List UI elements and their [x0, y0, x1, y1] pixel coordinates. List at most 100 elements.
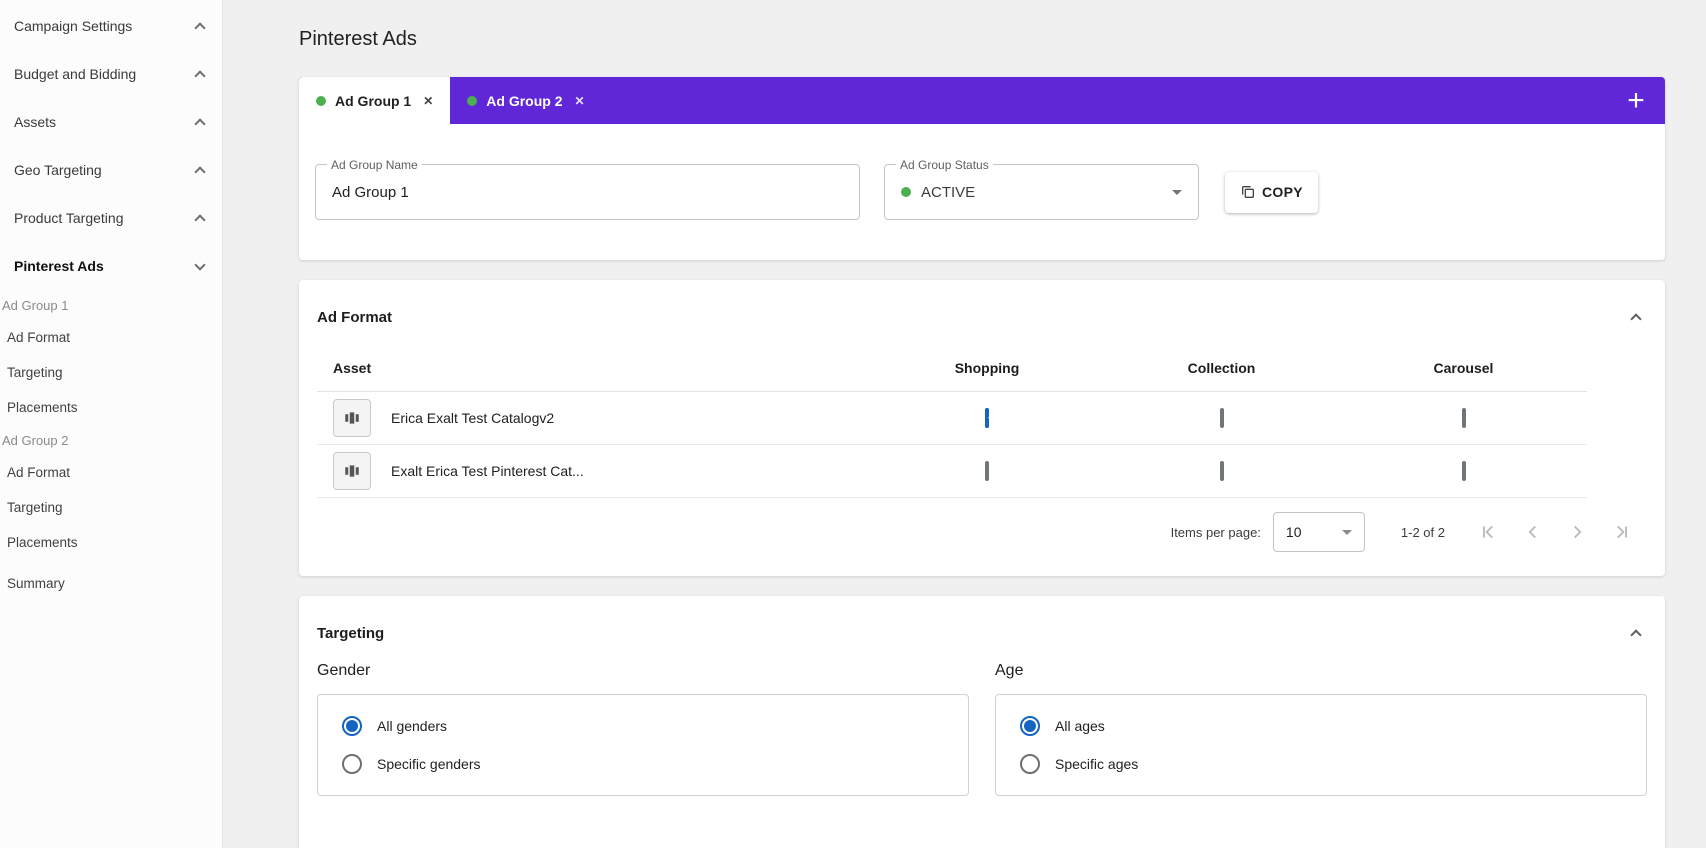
column-header-asset: Asset [317, 360, 871, 376]
all-ages-option[interactable]: All ages [1020, 713, 1646, 739]
chevron-down-icon [194, 259, 205, 270]
radio-label: All genders [377, 718, 447, 734]
paginator: Items per page: 10 1-2 of 2 [317, 498, 1647, 566]
ad-format-header: Ad Format [317, 306, 1647, 328]
sidebar-item-targeting-1[interactable]: Targeting [0, 355, 222, 390]
targeting-columns: Gender All genders Specific genders Age [317, 662, 1647, 796]
sidebar-item-label: Budget and Bidding [14, 66, 136, 82]
items-per-page-select[interactable]: 10 [1273, 512, 1365, 552]
carousel-checkbox[interactable] [1462, 461, 1466, 481]
asset-name: Erica Exalt Test Catalogv2 [391, 410, 554, 426]
table-row: Exalt Erica Test Pinterest Cat... [317, 445, 1587, 498]
sidebar-item-label: Pinterest Ads [14, 258, 104, 274]
targeting-card: Targeting Gender All genders [299, 596, 1665, 848]
sidebar-item-campaign-settings[interactable]: Campaign Settings [0, 2, 222, 50]
previous-page-button[interactable] [1511, 512, 1555, 552]
ad-format-table: Asset Shopping Collection Carousel [317, 344, 1647, 498]
gender-label: Gender [317, 662, 969, 680]
next-page-button[interactable] [1555, 512, 1599, 552]
ad-format-title: Ad Format [317, 309, 392, 326]
ad-group-status-select[interactable]: Ad Group Status ACTIVE [884, 164, 1199, 220]
shopping-checkbox[interactable] [985, 461, 989, 481]
close-icon[interactable]: ✕ [575, 94, 585, 108]
age-radio-group: All ages Specific ages [995, 694, 1647, 796]
asset-cell: Erica Exalt Test Catalogv2 [317, 399, 871, 437]
sidebar-group-ad-group-1[interactable]: Ad Group 1 [0, 290, 222, 320]
sidebar-group-ad-group-2[interactable]: Ad Group 2 [0, 425, 222, 455]
radio-label: All ages [1055, 718, 1105, 734]
ad-group-form: Ad Group Name Ad Group Status ACTIVE [299, 124, 1665, 260]
asset-cell: Exalt Erica Test Pinterest Cat... [317, 452, 871, 490]
carousel-checkbox[interactable] [1462, 408, 1466, 428]
tab-ad-group-2[interactable]: Ad Group 2 ✕ [450, 77, 601, 124]
all-genders-option[interactable]: All genders [342, 713, 968, 739]
column-header-collection: Collection [1103, 360, 1340, 376]
sidebar-item-assets[interactable]: Assets [0, 98, 222, 146]
items-per-page-value: 10 [1286, 524, 1302, 540]
sidebar-item-geo-targeting[interactable]: Geo Targeting [0, 146, 222, 194]
shopping-checkbox[interactable] [985, 408, 989, 428]
sidebar-item-placements-1[interactable]: Placements [0, 390, 222, 425]
sidebar-item-placements-2[interactable]: Placements [0, 525, 222, 560]
column-header-shopping: Shopping [871, 360, 1103, 376]
chevron-down-icon [1342, 530, 1352, 535]
radio-button[interactable] [342, 716, 362, 736]
chevron-up-icon [194, 22, 205, 33]
radio-label: Specific ages [1055, 756, 1138, 772]
sidebar-item-ad-format-1[interactable]: Ad Format [0, 320, 222, 355]
chevron-up-icon [1630, 629, 1641, 640]
specific-genders-option[interactable]: Specific genders [342, 751, 968, 777]
chevron-up-icon [1630, 313, 1641, 324]
ad-format-card: Ad Format Asset Shopping Collection Caro… [299, 280, 1665, 576]
table-header-row: Asset Shopping Collection Carousel [317, 344, 1587, 392]
copy-button-label: COPY [1262, 184, 1303, 200]
targeting-header: Targeting [317, 622, 1647, 644]
asset-name: Exalt Erica Test Pinterest Cat... [391, 463, 584, 479]
collection-checkbox[interactable] [1220, 461, 1224, 481]
catalog-icon [333, 452, 371, 490]
catalog-icon [333, 399, 371, 437]
column-header-carousel: Carousel [1340, 360, 1587, 376]
sidebar-item-product-targeting[interactable]: Product Targeting [0, 194, 222, 242]
page-title: Pinterest Ads [299, 28, 1665, 51]
status-value: ACTIVE [921, 184, 975, 201]
paginator-nav [1467, 512, 1643, 552]
copy-button[interactable]: COPY [1225, 172, 1318, 213]
tab-label: Ad Group 1 [335, 93, 411, 109]
active-status-dot-icon [901, 187, 911, 197]
ad-group-name-input[interactable] [332, 184, 843, 201]
collapse-section-button[interactable] [1625, 306, 1647, 328]
tab-ad-group-1[interactable]: Ad Group 1 ✕ [299, 77, 450, 124]
last-page-button[interactable] [1599, 512, 1643, 552]
tab-label: Ad Group 2 [486, 93, 562, 109]
sidebar: Campaign Settings Budget and Bidding Ass… [0, 0, 223, 848]
app-root: Campaign Settings Budget and Bidding Ass… [0, 0, 1706, 848]
collapse-section-button[interactable] [1625, 622, 1647, 644]
ad-group-name-field: Ad Group Name [315, 164, 860, 220]
field-label: Ad Group Name [327, 158, 422, 172]
age-section: Age All ages Specific ages [995, 662, 1647, 796]
sidebar-item-targeting-2[interactable]: Targeting [0, 490, 222, 525]
sidebar-item-budget-and-bidding[interactable]: Budget and Bidding [0, 50, 222, 98]
first-page-button[interactable] [1467, 512, 1511, 552]
sidebar-item-ad-format-2[interactable]: Ad Format [0, 455, 222, 490]
chevron-up-icon [194, 70, 205, 81]
status-dot-icon [316, 96, 326, 106]
sidebar-item-label: Campaign Settings [14, 18, 132, 34]
age-label: Age [995, 662, 1647, 680]
collection-checkbox[interactable] [1220, 408, 1224, 428]
radio-button[interactable] [1020, 716, 1040, 736]
field-label: Ad Group Status [896, 158, 993, 172]
add-ad-group-button[interactable]: + [1607, 77, 1665, 124]
copy-icon [1240, 184, 1256, 200]
sidebar-item-summary[interactable]: Summary [0, 566, 222, 601]
radio-button[interactable] [1020, 754, 1040, 774]
close-icon[interactable]: ✕ [423, 94, 433, 108]
chevron-up-icon [194, 214, 205, 225]
sidebar-item-pinterest-ads[interactable]: Pinterest Ads [0, 242, 222, 290]
radio-button[interactable] [342, 754, 362, 774]
sidebar-item-label: Product Targeting [14, 210, 123, 226]
specific-ages-option[interactable]: Specific ages [1020, 751, 1646, 777]
paginator-range-label: 1-2 of 2 [1401, 525, 1445, 540]
chevron-down-icon [1172, 190, 1182, 195]
